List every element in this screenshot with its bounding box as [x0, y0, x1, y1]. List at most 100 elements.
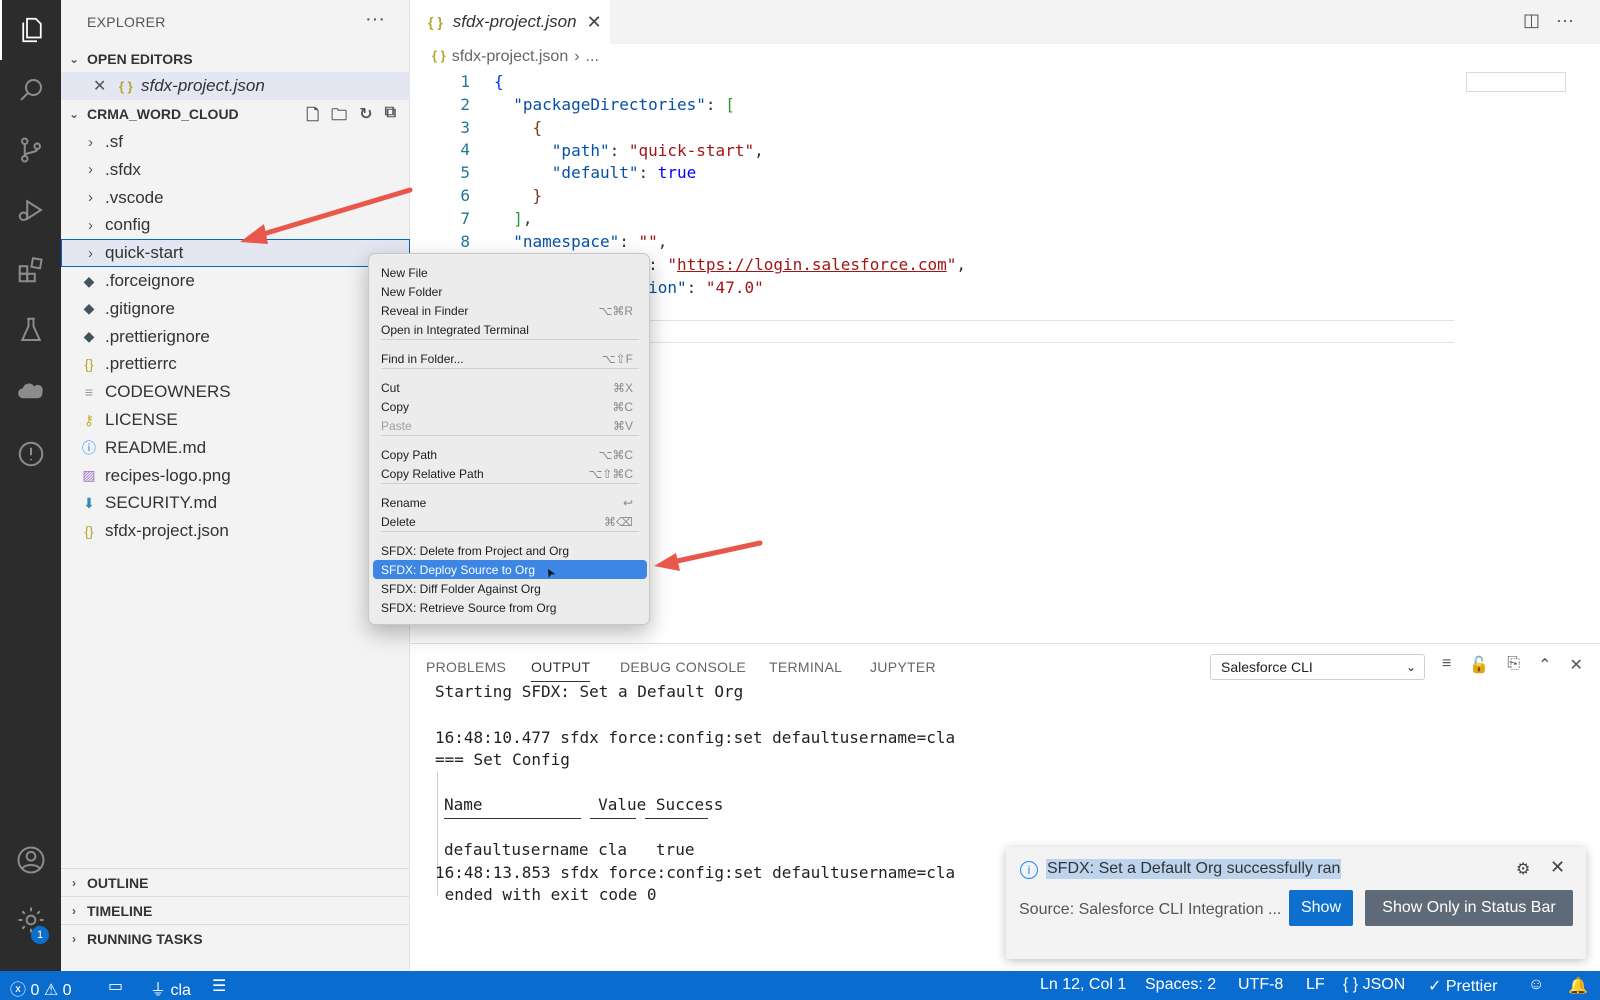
tab-problems[interactable]: PROBLEMS: [426, 659, 506, 675]
menu-item-delete[interactable]: Delete ⌘⌫: [373, 512, 647, 531]
menu-item-label: SFDX: Delete from Project and Org: [381, 543, 570, 558]
menu-item-reveal-in-finder[interactable]: Reveal in Finder ⌥⌘R: [373, 301, 647, 320]
menu-item-open-in-integrated-terminal[interactable]: Open in Integrated Terminal: [373, 320, 647, 339]
tree-item-prettierrc[interactable]: {} .prettierrc: [61, 350, 410, 378]
tab-output[interactable]: OUTPUT: [531, 659, 591, 682]
git-file-icon: ◆: [83, 300, 95, 317]
new-folder-icon[interactable]: 🗀: [331, 104, 347, 131]
menu-item-cut[interactable]: Cut ⌘X: [373, 378, 647, 397]
menu-item-new-file[interactable]: New File: [373, 263, 647, 282]
menu-item-shortcut: ⌘C: [612, 399, 633, 414]
outline-section[interactable]: › OUTLINE: [61, 868, 410, 896]
open-log-icon[interactable]: ⎘: [1507, 655, 1520, 675]
close-icon[interactable]: ✕: [93, 76, 106, 96]
tasks-icon[interactable]: ☰: [212, 976, 226, 996]
lock-scroll-icon[interactable]: 🔓: [1469, 655, 1489, 675]
tree-item-license[interactable]: ⚷ LICENSE: [61, 406, 410, 434]
open-editors-section[interactable]: ⌄ OPEN EDITORS: [61, 45, 410, 73]
encoding[interactable]: UTF-8: [1238, 976, 1283, 994]
collapse-all-icon[interactable]: ⧉: [385, 104, 396, 131]
more-actions-icon[interactable]: ···: [1556, 10, 1574, 31]
menu-item-sfdx-delete-from-project-and-org[interactable]: SFDX: Delete from Project and Org: [373, 541, 647, 560]
tree-item-config[interactable]: › config: [61, 211, 410, 239]
running-tasks-section[interactable]: › RUNNING TASKS: [61, 924, 410, 952]
menu-item-copy[interactable]: Copy ⌘C: [373, 397, 647, 416]
more-actions-icon[interactable]: ···: [365, 8, 385, 31]
close-tab-icon[interactable]: ✕: [587, 12, 602, 33]
problems-status[interactable]: ⓧ 0 ⚠ 0: [10, 976, 72, 1000]
account-icon[interactable]: [0, 830, 61, 890]
run-debug-icon[interactable]: [0, 180, 61, 240]
end-of-line[interactable]: LF: [1306, 976, 1325, 994]
source-control-icon[interactable]: [0, 120, 61, 180]
tree-item-vscode[interactable]: › .vscode: [61, 184, 410, 212]
menu-item-copy-path[interactable]: Copy Path ⌥⌘C: [373, 445, 647, 464]
menu-item-copy-relative-path[interactable]: Copy Relative Path ⌥⇧⌘C: [373, 464, 647, 483]
explorer-sidebar: EXPLORER ··· ⌄ OPEN EDITORS ✕ { } sfdx-p…: [61, 0, 410, 971]
org-status[interactable]: ⏚ cla: [150, 976, 191, 1000]
breadcrumb-more[interactable]: ...: [586, 48, 599, 66]
menu-item-find-in-folder[interactable]: Find in Folder... ⌥⇧F: [373, 349, 647, 368]
new-file-icon[interactable]: 🗋: [306, 104, 319, 131]
maximize-panel-icon[interactable]: ⌃: [1538, 655, 1551, 675]
refresh-icon[interactable]: ↻: [359, 104, 372, 131]
menu-item-sfdx-diff-folder-against-org[interactable]: SFDX: Diff Folder Against Org: [373, 579, 647, 598]
salesforce-cloud-icon[interactable]: [0, 362, 61, 422]
tree-item-recipes-logo-png[interactable]: ▨ recipes-logo.png: [61, 462, 410, 490]
problems-icon[interactable]: [0, 424, 61, 484]
tree-item-forceignore[interactable]: ◆ .forceignore: [61, 267, 410, 295]
minimap[interactable]: [1466, 72, 1566, 92]
close-icon[interactable]: ✕: [1550, 857, 1565, 878]
menu-item-paste[interactable]: Paste ⌘V: [373, 416, 647, 435]
menu-item-shortcut: ⌘V: [612, 418, 633, 433]
tab-jupyter[interactable]: JUPYTER: [870, 659, 936, 675]
menu-item-new-folder[interactable]: New Folder: [373, 282, 647, 301]
search-icon[interactable]: [0, 60, 61, 120]
feedback-icon[interactable]: ☺: [1528, 976, 1544, 994]
timeline-label: TIMELINE: [87, 902, 153, 919]
settings-gear-icon[interactable]: 1: [0, 890, 61, 950]
output-line: === Set Config: [435, 750, 570, 769]
open-editor-item[interactable]: ✕ { } sfdx-project.json: [61, 72, 410, 100]
tree-item-sfdx[interactable]: › .sfdx: [61, 156, 410, 184]
indentation[interactable]: Spaces: 2: [1145, 976, 1216, 994]
menu-item-label: Delete: [381, 514, 416, 529]
show-button[interactable]: Show: [1289, 890, 1353, 926]
clear-output-icon[interactable]: ≡: [1442, 655, 1451, 675]
notifications-bell-icon[interactable]: 🔔: [1568, 976, 1588, 996]
tree-item-security-md[interactable]: ⬇ SECURITY.md: [61, 489, 410, 517]
breadcrumb-file[interactable]: sfdx-project.json: [452, 48, 569, 66]
menu-item-sfdx-deploy-source-to-org[interactable]: SFDX: Deploy Source to Org: [373, 560, 647, 579]
menu-item-rename[interactable]: Rename ↩: [373, 493, 647, 512]
testing-icon[interactable]: [0, 300, 61, 360]
browser-icon[interactable]: ▭: [108, 976, 123, 996]
language-mode[interactable]: { } JSON: [1343, 976, 1405, 994]
output-channel-select[interactable]: Salesforce CLI ⌄: [1210, 654, 1425, 680]
close-panel-icon[interactable]: ✕: [1569, 655, 1582, 675]
tree-item-quick-start[interactable]: › quick-start: [61, 239, 410, 268]
gear-icon[interactable]: ⚙: [1516, 859, 1530, 879]
menu-item-sfdx-retrieve-source-from-org[interactable]: SFDX: Retrieve Source from Org: [373, 598, 647, 617]
extensions-icon[interactable]: [0, 240, 61, 300]
tab-debug-console[interactable]: DEBUG CONSOLE: [620, 659, 746, 675]
chevron-right-icon: ›: [88, 244, 93, 262]
tree-item-gitignore[interactable]: ◆ .gitignore: [61, 295, 410, 323]
tree-item-codeowners[interactable]: ≡ CODEOWNERS: [61, 378, 410, 406]
json-file-icon: { }: [428, 14, 443, 30]
files-icon[interactable]: [0, 0, 61, 60]
tree-item-sf[interactable]: › .sf: [61, 128, 410, 156]
timeline-section[interactable]: › TIMELINE: [61, 896, 410, 924]
split-editor-icon[interactable]: ◫: [1523, 10, 1540, 31]
menu-item-label: New Folder: [381, 284, 443, 299]
tree-item-readme-md[interactable]: ⓘ README.md: [61, 434, 410, 462]
menu-separator: [381, 339, 639, 340]
tree-item-prettierignore[interactable]: ◆ .prettierignore: [61, 323, 410, 351]
prettier-status[interactable]: ✓ Prettier: [1428, 976, 1497, 996]
show-only-in-status-bar-button[interactable]: Show Only in Status Bar: [1365, 890, 1573, 926]
project-section[interactable]: ⌄ CRMA_WORD_CLOUD 🗋 🗀 ↻ ⧉: [61, 100, 410, 128]
chevron-right-icon: ›: [72, 931, 76, 946]
tab-terminal[interactable]: TERMINAL: [769, 659, 842, 675]
tree-item-sfdx-project-json[interactable]: {} sfdx-project.json: [61, 517, 410, 545]
tab-sfdx-project[interactable]: { } sfdx-project.json ✕: [410, 0, 610, 44]
cursor-position[interactable]: Ln 12, Col 1: [1040, 976, 1126, 994]
